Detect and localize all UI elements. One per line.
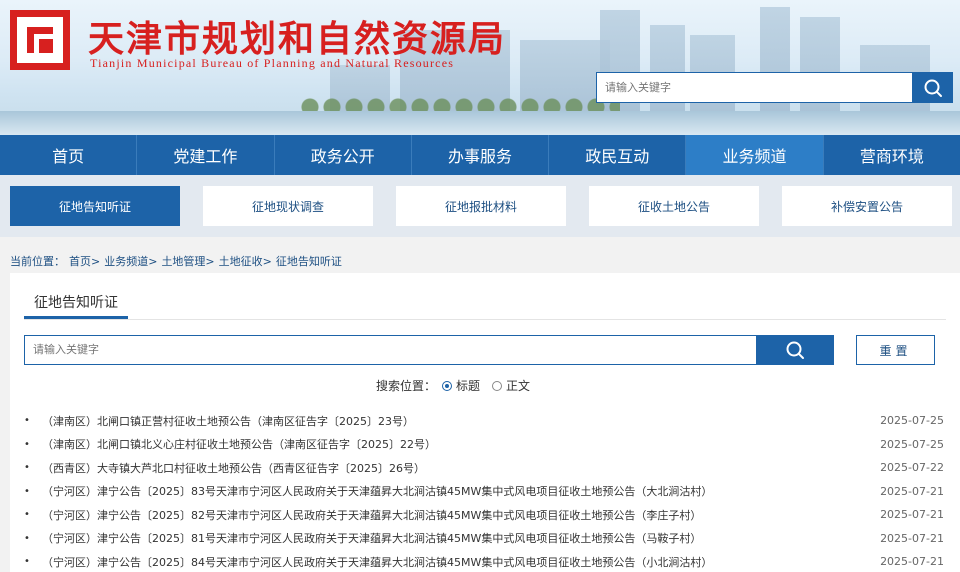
breadcrumb-land-expropriation[interactable]: 土地征收> xyxy=(219,253,272,269)
search-scope-label: 搜索位置： xyxy=(376,379,437,393)
list-item-date: 2025-07-21 xyxy=(880,508,944,522)
breadcrumb-business-channel[interactable]: 业务频道> xyxy=(104,253,157,269)
top-search-bar xyxy=(596,72,953,103)
subtab-expropriation-notice[interactable]: 征收土地公告 xyxy=(589,186,759,226)
nav-item-services[interactable]: 办事服务 xyxy=(412,135,550,175)
list-item-title[interactable]: （津南区）北闸口镇正营村征收土地预公告（津南区征告字〔2025〕23号） xyxy=(42,413,880,429)
list-item-date: 2025-07-21 xyxy=(880,555,944,569)
sub-tabs: 征地告知听证 征地现状调查 征地报批材料 征收土地公告 补偿安置公告 xyxy=(0,175,960,237)
list-item: • （宁河区）津宁公告〔2025〕82号天津市宁河区人民政府关于天津蕴昇大北涧沽… xyxy=(24,503,944,527)
breadcrumb: 当前位置： 首页> 业务频道> 土地管理> 土地征收> 征地告知听证 xyxy=(10,253,342,269)
nav-item-home[interactable]: 首页 xyxy=(0,135,138,175)
list-item-title[interactable]: （宁河区）津宁公告〔2025〕82号天津市宁河区人民政府关于天津蕴昇大北涧沽镇4… xyxy=(42,507,880,523)
nav-item-interaction[interactable]: 政民互动 xyxy=(549,135,687,175)
search-scope: 搜索位置： 标题 正文 xyxy=(376,377,536,394)
notice-list: • （津南区）北闸口镇正营村征收土地预公告（津南区征告字〔2025〕23号） 2… xyxy=(24,409,944,572)
list-search-button[interactable] xyxy=(756,335,834,365)
scope-option-body[interactable]: 正文 xyxy=(492,377,530,394)
radio-unselected-icon[interactable] xyxy=(492,380,503,391)
bullet-icon: • xyxy=(24,438,30,450)
subtab-approval-materials[interactable]: 征地报批材料 xyxy=(396,186,566,226)
breadcrumb-prefix: 当前位置： xyxy=(10,255,65,268)
subtab-land-hearing[interactable]: 征地告知听证 xyxy=(10,186,180,226)
bullet-icon: • xyxy=(24,509,30,521)
nav-item-business-channel[interactable]: 业务频道 xyxy=(686,135,824,175)
bullet-icon: • xyxy=(24,556,30,568)
list-item-date: 2025-07-25 xyxy=(880,437,944,451)
list-item-date: 2025-07-25 xyxy=(880,414,944,428)
list-item-title[interactable]: （西青区）大寺镇大芦北口村征收土地预公告（西青区征告字〔2025〕26号） xyxy=(42,460,880,476)
list-item: • （津南区）北闸口镇正营村征收土地预公告（津南区征告字〔2025〕23号） 2… xyxy=(24,409,944,433)
header-banner: 天津市规划和自然资源局 Tianjin Municipal Bureau of … xyxy=(0,0,960,135)
site-subtitle: Tianjin Municipal Bureau of Planning and… xyxy=(90,56,455,70)
banner-water xyxy=(0,111,960,135)
list-item-title[interactable]: （宁河区）津宁公告〔2025〕81号天津市宁河区人民政府关于天津蕴昇大北涧沽镇4… xyxy=(42,530,880,546)
list-search-bar xyxy=(24,335,834,365)
list-item-title[interactable]: （宁河区）津宁公告〔2025〕83号天津市宁河区人民政府关于天津蕴昇大北涧沽镇4… xyxy=(42,483,880,499)
panel-divider xyxy=(24,319,946,320)
main-nav: 首页 党建工作 政务公开 办事服务 政民互动 业务频道 营商环境 xyxy=(0,135,960,175)
list-item: • （西青区）大寺镇大芦北口村征收土地预公告（西青区征告字〔2025〕26号） … xyxy=(24,456,944,480)
subtab-compensation-notice[interactable]: 补偿安置公告 xyxy=(782,186,952,226)
site-logo[interactable] xyxy=(10,10,70,70)
breadcrumb-land-management[interactable]: 土地管理> xyxy=(161,253,214,269)
list-item: • （宁河区）津宁公告〔2025〕81号天津市宁河区人民政府关于天津蕴昇大北涧沽… xyxy=(24,527,944,551)
subtab-status-survey[interactable]: 征地现状调查 xyxy=(203,186,373,226)
bullet-icon: • xyxy=(24,532,30,544)
top-search-button[interactable] xyxy=(912,72,953,103)
scope-option-body-label: 正文 xyxy=(506,379,531,393)
list-item: • （宁河区）津宁公告〔2025〕83号天津市宁河区人民政府关于天津蕴昇大北涧沽… xyxy=(24,480,944,504)
breadcrumb-home[interactable]: 首页> xyxy=(69,253,100,269)
site-title: 天津市规划和自然资源局 xyxy=(88,18,507,60)
list-item-title[interactable]: （津南区）北闸口镇北义心庄村征收土地预公告（津南区征告字〔2025〕22号） xyxy=(42,436,880,452)
bullet-icon: • xyxy=(24,485,30,497)
bullet-icon: • xyxy=(24,415,30,427)
panel-title-tab[interactable]: 征地告知听证 xyxy=(24,287,128,319)
nav-item-business-environment[interactable]: 营商环境 xyxy=(824,135,960,175)
nav-item-government-affairs[interactable]: 政务公开 xyxy=(275,135,412,175)
nav-item-party-building[interactable]: 党建工作 xyxy=(137,135,275,175)
list-item: • （津南区）北闸口镇北义心庄村征收土地预公告（津南区征告字〔2025〕22号）… xyxy=(24,433,944,457)
breadcrumb-current[interactable]: 征地告知听证 xyxy=(276,253,342,269)
top-search-input[interactable] xyxy=(596,72,912,103)
content-panel: 征地告知听证 重置 搜索位置： 标题 正文 • （津南区）北闸口镇正营村征收土地… xyxy=(10,273,960,572)
list-item: • （宁河区）津宁公告〔2025〕84号天津市宁河区人民政府关于天津蕴昇大北涧沽… xyxy=(24,550,944,572)
list-item-date: 2025-07-21 xyxy=(880,484,944,498)
scope-option-title-label: 标题 xyxy=(456,379,481,393)
list-item-date: 2025-07-21 xyxy=(880,531,944,545)
list-item-title[interactable]: （宁河区）津宁公告〔2025〕84号天津市宁河区人民政府关于天津蕴昇大北涧沽镇4… xyxy=(42,554,880,570)
bullet-icon: • xyxy=(24,462,30,474)
scope-option-title[interactable]: 标题 xyxy=(442,377,480,394)
search-icon xyxy=(924,79,942,97)
list-item-date: 2025-07-22 xyxy=(880,461,944,475)
reset-button[interactable]: 重置 xyxy=(856,335,935,365)
list-search-input[interactable] xyxy=(24,335,756,365)
radio-selected-icon[interactable] xyxy=(442,380,453,391)
search-icon xyxy=(786,341,804,359)
